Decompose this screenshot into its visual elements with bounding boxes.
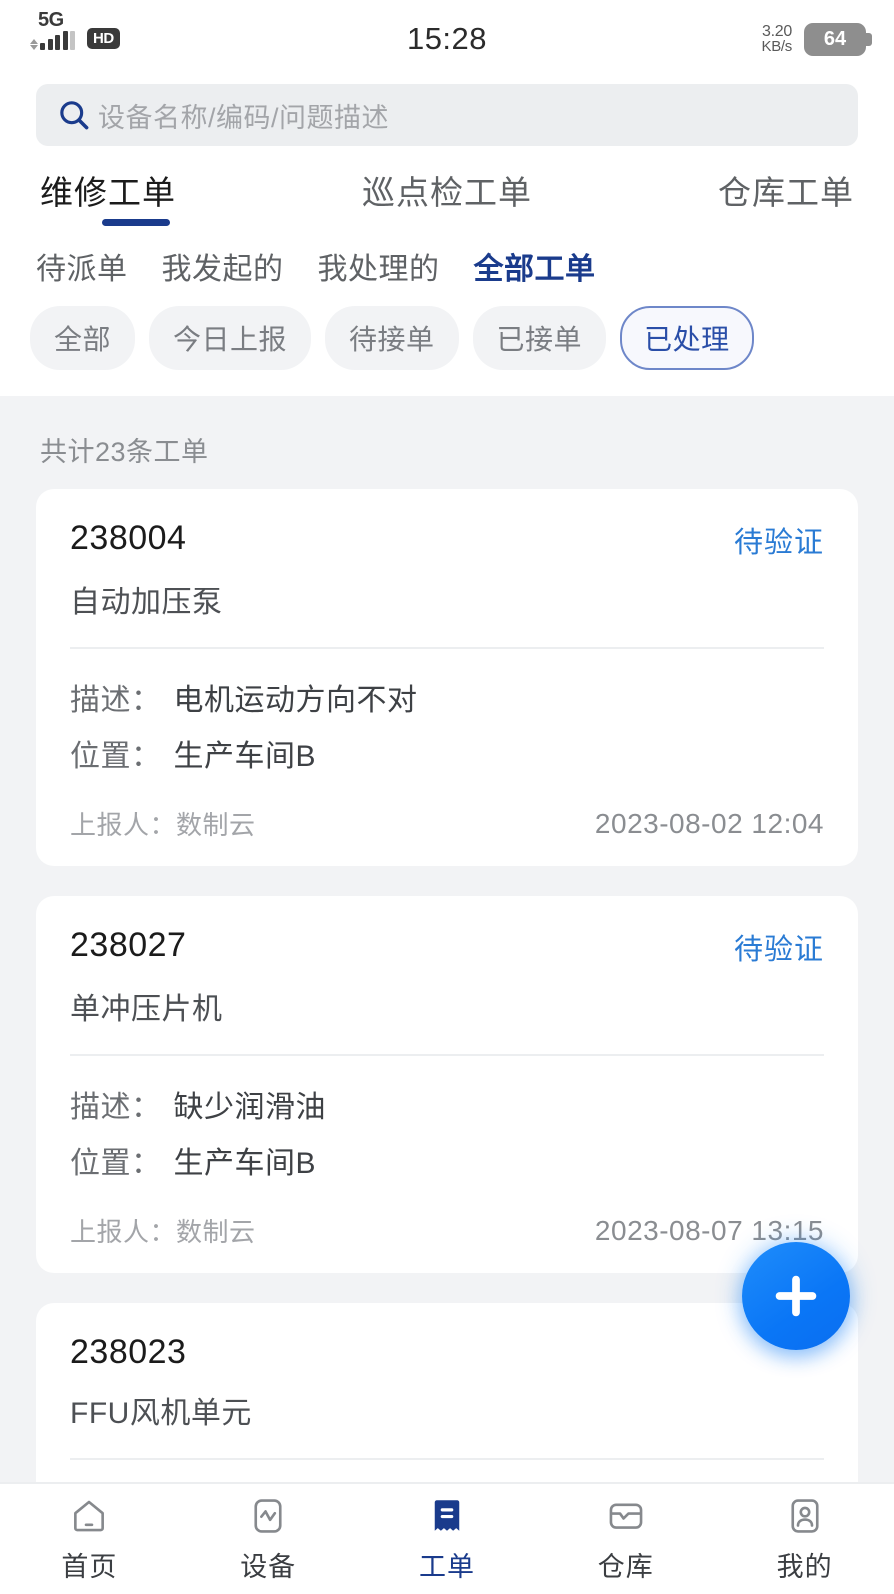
subtab-handled-by-me[interactable]: 我处理的 xyxy=(318,244,440,288)
nav-item-work-order[interactable]: 工单 xyxy=(358,1495,537,1584)
network-speed-indicator: 3.20 KB/s xyxy=(761,23,793,55)
device-name: 单冲压片机 xyxy=(70,993,223,1026)
card-header: 238004 待验证 xyxy=(70,519,824,561)
nav-item-home-label: 首页 xyxy=(61,1551,118,1582)
card-footer: 上报人：数制云 2023-08-02 12:04 xyxy=(70,805,824,842)
home-icon xyxy=(68,1495,110,1537)
nav-item-work-order-label: 工单 xyxy=(418,1551,475,1582)
location-label: 位置： xyxy=(70,740,162,773)
description-row: 描述： 缺少润滑油 xyxy=(70,1082,824,1126)
description-row: 描述： 电机运动方向不对 xyxy=(70,675,824,719)
work-order-icon xyxy=(426,1495,468,1537)
table-row[interactable]: 238027 待验证 单冲压片机 描述： 缺少润滑油 位置： 生产车间B 上报人… xyxy=(36,896,858,1273)
plus-icon xyxy=(767,1267,825,1325)
status-bar-right: 3.20 KB/s 64 xyxy=(761,22,872,56)
card-header: 238023 xyxy=(70,1333,824,1372)
tab-repair-orders-label: 维修工单 xyxy=(40,174,176,211)
order-id: 238027 xyxy=(70,926,187,964)
table-row[interactable]: 238023 FFU风机单元 描述： 风机不运转 xyxy=(36,1303,858,1482)
description-label: 描述： xyxy=(70,684,162,717)
chip-all[interactable]: 全部 xyxy=(30,306,136,370)
warehouse-inbox-icon xyxy=(605,1495,647,1537)
reporter-label: 上报人：数制云 xyxy=(70,810,256,840)
location-value: 生产车间B xyxy=(173,1147,317,1180)
status-badge: 待验证 xyxy=(733,934,824,966)
location-row: 位置： 生产车间B xyxy=(70,731,824,775)
chip-accepted[interactable]: 已接单 xyxy=(472,306,607,370)
device-chart-icon xyxy=(247,1495,289,1537)
table-row[interactable]: 238004 待验证 自动加压泵 描述： 电机运动方向不对 位置： 生产车间B … xyxy=(36,489,858,866)
divider xyxy=(70,1054,824,1056)
signal-strength-icon: 5G xyxy=(28,10,75,50)
location-label: 位置： xyxy=(70,1147,162,1180)
network-speed-value: 3.20 xyxy=(762,23,792,40)
device-name: FFU风机单元 xyxy=(70,1397,252,1430)
tab-repair-orders[interactable]: 维修工单 xyxy=(40,166,284,230)
description-value: 缺少润滑油 xyxy=(173,1091,326,1124)
description-label: 描述： xyxy=(70,1091,162,1124)
timestamp: 2023-08-02 12:04 xyxy=(594,807,824,839)
description-value: 电机运动方向不对 xyxy=(173,684,418,717)
network-type-label: 5G xyxy=(38,9,64,31)
card-header: 238027 待验证 xyxy=(70,926,824,968)
search-icon xyxy=(56,97,92,133)
card-footer: 上报人：数制云 2023-08-07 13:15 xyxy=(70,1212,824,1249)
subtab-pending-dispatch[interactable]: 待派单 xyxy=(36,244,128,288)
battery-icon: 64 xyxy=(804,22,872,56)
tab-warehouse-orders[interactable]: 仓库工单 xyxy=(610,166,854,230)
tab-active-underline xyxy=(102,219,170,226)
nav-item-device-label: 设备 xyxy=(240,1551,297,1582)
location-row: 位置： 生产车间B xyxy=(70,1138,824,1182)
tab-inspection-orders[interactable]: 巡点检工单 xyxy=(284,166,610,230)
sub-tab-bar: 待派单 我发起的 我处理的 全部工单 xyxy=(0,230,894,298)
status-bar-left: 5G HD xyxy=(28,10,120,50)
subtab-all-orders[interactable]: 全部工单 xyxy=(474,244,596,288)
tab-warehouse-orders-label: 仓库工单 xyxy=(718,174,854,211)
chip-today-reported[interactable]: 今日上报 xyxy=(149,306,312,370)
app-root: 5G HD 15:28 3.20 KB/s 64 设备名称/编码/问题描述 维修… xyxy=(0,0,894,1594)
hd-badge-icon: HD xyxy=(87,28,120,49)
order-id: 238023 xyxy=(70,1333,187,1371)
nav-item-home[interactable]: 首页 xyxy=(0,1495,179,1584)
data-transfer-arrows-icon xyxy=(30,30,38,50)
signal-bars-icon xyxy=(40,30,75,50)
add-work-order-button[interactable] xyxy=(742,1242,850,1350)
battery-level-label: 64 xyxy=(823,27,847,50)
bottom-navigation-bar: 首页 设备 工单 仓库 我的 xyxy=(0,1482,894,1594)
work-order-list[interactable]: 共计23条工单 238004 待验证 自动加压泵 描述： 电机运动方向不对 位置… xyxy=(0,396,894,1482)
location-value: 生产车间B xyxy=(173,740,317,773)
device-name: 自动加压泵 xyxy=(70,586,223,619)
chip-pending-accept[interactable]: 待接单 xyxy=(325,306,459,370)
status-badge: 待验证 xyxy=(733,527,824,559)
nav-item-device[interactable]: 设备 xyxy=(179,1495,358,1584)
nav-item-profile-label: 我的 xyxy=(776,1551,833,1582)
status-bar-clock: 15:28 xyxy=(406,21,488,56)
search-bar[interactable]: 设备名称/编码/问题描述 xyxy=(36,84,858,146)
subtab-created-by-me[interactable]: 我发起的 xyxy=(162,244,284,288)
nav-item-warehouse-label: 仓库 xyxy=(597,1551,654,1582)
search-section: 设备名称/编码/问题描述 xyxy=(0,78,894,160)
nav-item-warehouse[interactable]: 仓库 xyxy=(536,1495,715,1584)
divider xyxy=(70,1458,824,1460)
filter-chip-bar: 全部 今日上报 待接单 已接单 已处理 xyxy=(0,298,894,396)
reporter-label: 上报人：数制云 xyxy=(70,1217,256,1247)
order-count-label: 共计23条工单 xyxy=(40,437,209,467)
order-id: 238004 xyxy=(70,519,187,557)
profile-icon xyxy=(784,1495,826,1537)
search-input[interactable]: 设备名称/编码/问题描述 xyxy=(98,96,389,135)
chip-processed[interactable]: 已处理 xyxy=(620,306,754,370)
network-speed-unit: KB/s xyxy=(761,38,793,55)
main-tab-bar: 维修工单 巡点检工单 仓库工单 xyxy=(0,160,894,230)
divider xyxy=(70,647,824,649)
status-bar: 5G HD 15:28 3.20 KB/s 64 xyxy=(0,0,894,78)
tab-inspection-orders-label: 巡点检工单 xyxy=(362,174,532,211)
nav-item-profile[interactable]: 我的 xyxy=(715,1495,894,1584)
